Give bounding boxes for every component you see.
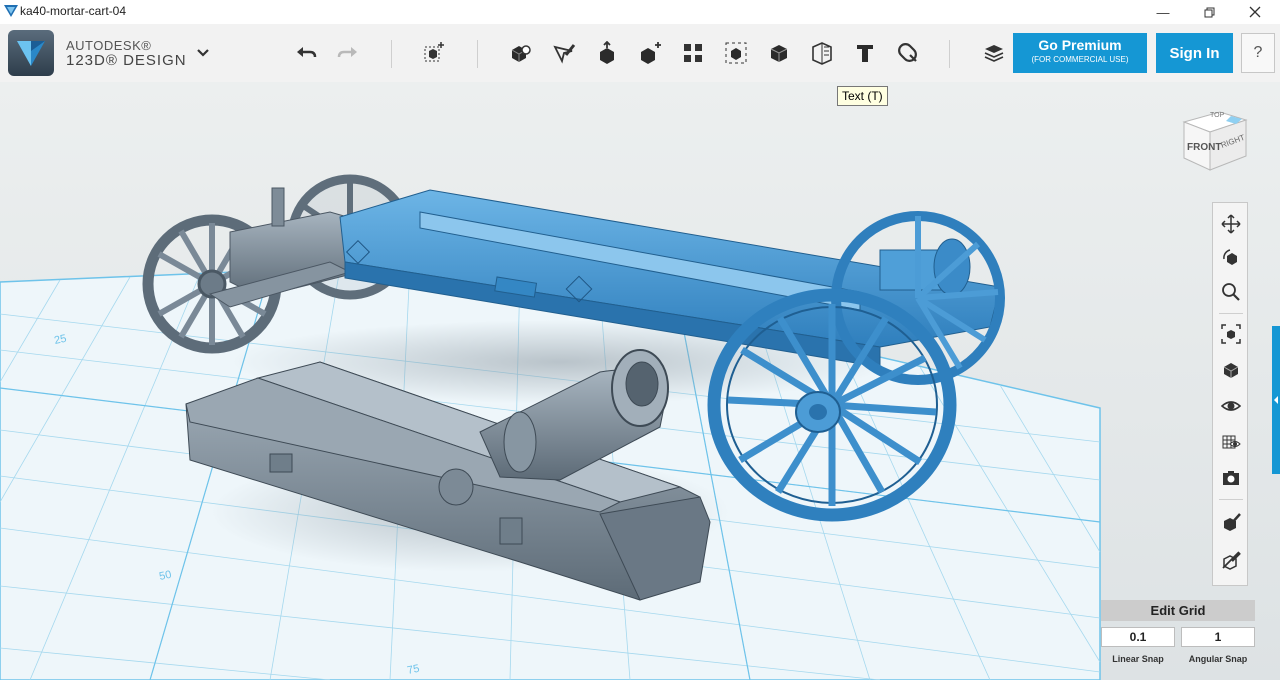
snap-icon[interactable] bbox=[890, 35, 926, 71]
transform-icon[interactable] bbox=[416, 35, 452, 71]
measure-icon[interactable] bbox=[804, 35, 840, 71]
zoom-icon[interactable] bbox=[1218, 279, 1244, 305]
restore-icon[interactable] bbox=[1186, 0, 1232, 24]
snapshot-icon[interactable] bbox=[1218, 465, 1244, 491]
side-panel-tab[interactable] bbox=[1272, 326, 1280, 474]
close-icon[interactable] bbox=[1232, 0, 1278, 24]
toolbar-separator bbox=[949, 40, 950, 68]
text-icon[interactable] bbox=[847, 35, 883, 71]
grid-label-75: 75 bbox=[406, 663, 420, 677]
materials-view-icon[interactable] bbox=[1218, 429, 1244, 455]
view-cube[interactable]: TOP FRONT RIGHT bbox=[1176, 100, 1252, 176]
nav-separator bbox=[1219, 313, 1243, 314]
materials-icon[interactable] bbox=[976, 35, 1012, 71]
pan-icon[interactable] bbox=[1218, 211, 1244, 237]
primitives-icon[interactable] bbox=[502, 35, 538, 71]
orbit-icon[interactable] bbox=[1218, 245, 1244, 271]
edit-grid-button[interactable]: Edit Grid bbox=[1101, 600, 1255, 621]
viewcube-front-label[interactable]: FRONT bbox=[1187, 142, 1221, 153]
grouping-icon[interactable] bbox=[718, 35, 754, 71]
app-menu-logo[interactable] bbox=[8, 30, 54, 76]
window-title: ka40-mortar-cart-04 bbox=[20, 4, 127, 18]
text-tool-tooltip: Text (T) bbox=[837, 86, 888, 106]
pattern-icon[interactable] bbox=[675, 35, 711, 71]
scene-canvas[interactable]: 25 50 75 bbox=[0, 82, 1280, 680]
brand-product: 123D® DESIGN bbox=[66, 52, 187, 69]
redo-icon[interactable] bbox=[330, 35, 366, 71]
brand-autodesk: AUTODESK® bbox=[66, 38, 152, 53]
grid-label-25: 25 bbox=[53, 333, 67, 347]
grid-label-50: 50 bbox=[158, 569, 172, 583]
chevron-down-icon[interactable] bbox=[196, 48, 210, 58]
go-premium-button[interactable]: Go Premium (FOR COMMERCIAL USE) bbox=[1013, 33, 1147, 73]
hide-outline-icon[interactable] bbox=[1218, 547, 1244, 573]
linear-snap-label: Linear Snap bbox=[1112, 654, 1164, 664]
outline-icon[interactable] bbox=[1218, 509, 1244, 535]
undo-icon[interactable] bbox=[288, 35, 324, 71]
sketch-icon[interactable] bbox=[546, 35, 582, 71]
toolbar-separator bbox=[391, 40, 392, 68]
combine-icon[interactable] bbox=[761, 35, 797, 71]
nav-separator bbox=[1219, 499, 1243, 500]
help-button[interactable]: ? bbox=[1241, 33, 1275, 73]
go-premium-label: Go Premium bbox=[1038, 37, 1122, 53]
navigation-bar bbox=[1212, 202, 1248, 586]
viewcube-top-label[interactable]: TOP bbox=[1210, 112, 1225, 119]
sign-in-button[interactable]: Sign In bbox=[1156, 33, 1233, 73]
app-logo-icon bbox=[4, 5, 18, 17]
minimize-icon[interactable]: — bbox=[1140, 0, 1186, 24]
autodesk-logo-icon bbox=[17, 41, 45, 66]
angular-snap-label: Angular Snap bbox=[1188, 654, 1248, 664]
angular-snap-input[interactable]: 1 bbox=[1181, 627, 1255, 647]
3d-viewport[interactable]: 25 50 75 Text (T) TOP FRONT RIGHT Edit G… bbox=[0, 82, 1280, 680]
main-toolbar: AUTODESK® 123D® DESIGN Go Premium (FOR C… bbox=[0, 24, 1280, 83]
visibility-icon[interactable] bbox=[1218, 393, 1244, 419]
go-premium-sub: (FOR COMMERCIAL USE) bbox=[1031, 55, 1129, 64]
fit-icon[interactable] bbox=[1218, 321, 1244, 347]
title-bar: ka40-mortar-cart-04 — bbox=[0, 0, 1280, 24]
views-icon[interactable] bbox=[1218, 357, 1244, 383]
modify-icon[interactable] bbox=[632, 35, 668, 71]
construct-icon[interactable] bbox=[589, 35, 625, 71]
linear-snap-input[interactable]: 0.1 bbox=[1101, 627, 1175, 647]
toolbar-separator bbox=[477, 40, 478, 68]
